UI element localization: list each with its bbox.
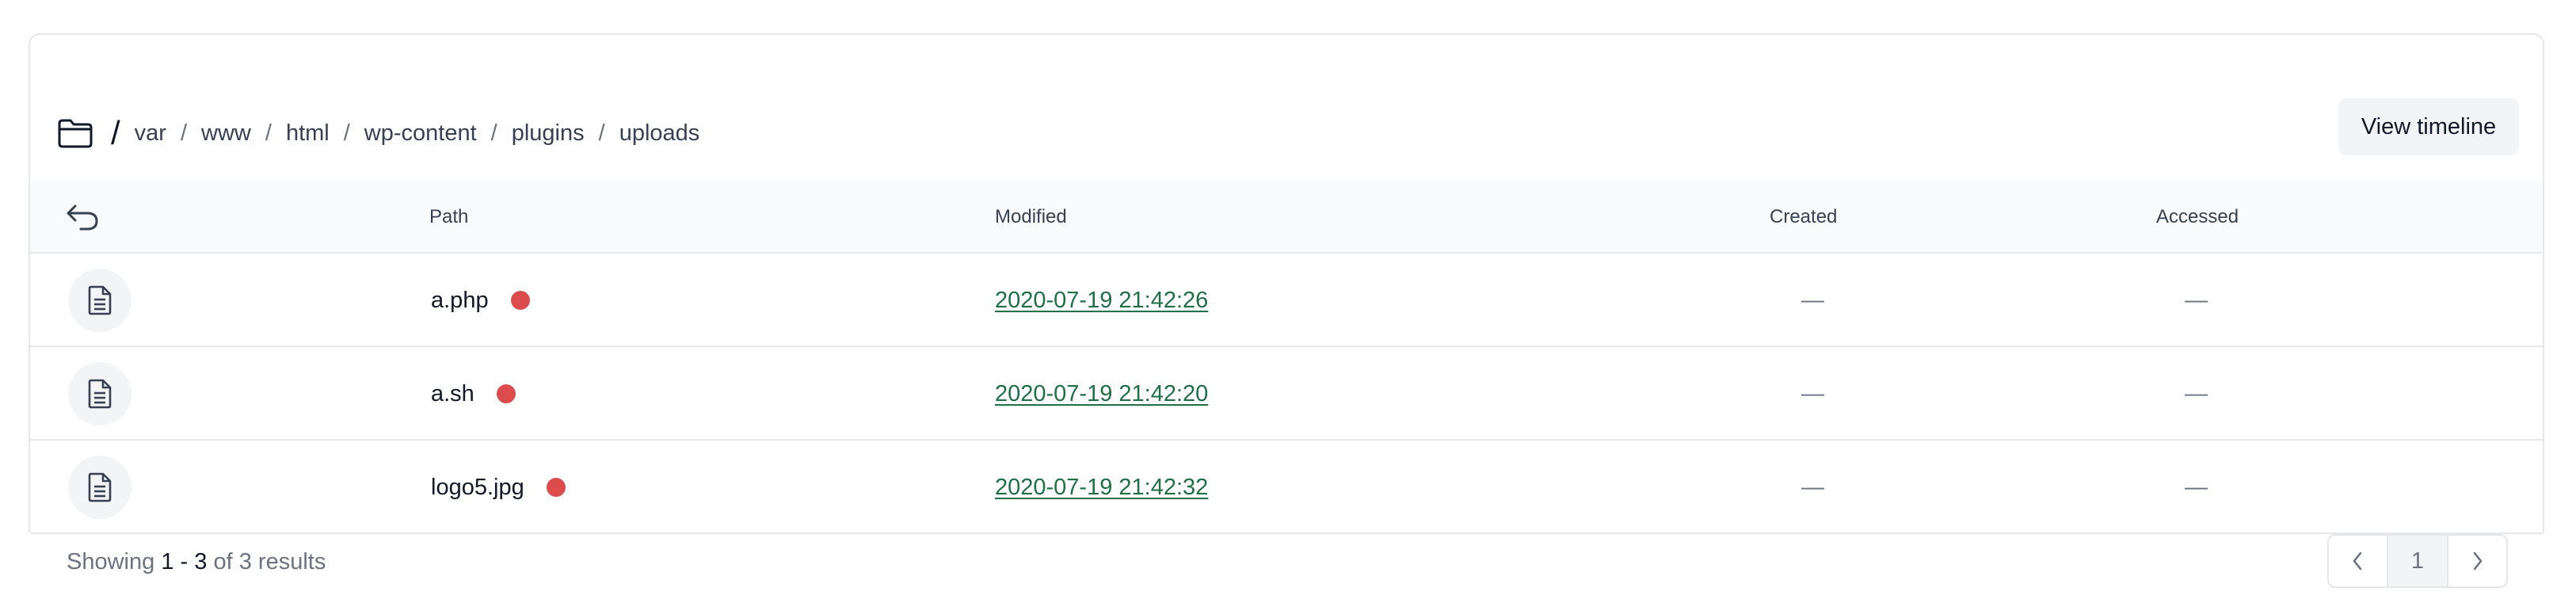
breadcrumb: / var / www / html / wp-content / plugin… xyxy=(57,109,699,157)
document-icon xyxy=(68,456,131,519)
range-start: 1 xyxy=(161,548,174,575)
results-label: results xyxy=(257,548,326,575)
status-dot xyxy=(510,291,530,310)
file-name[interactable]: logo5.jpg xyxy=(431,475,524,501)
breadcrumb-item-html[interactable]: html xyxy=(286,120,330,147)
table-row[interactable]: a.php 2020-07-19 21:42:26 — — xyxy=(30,254,2543,347)
modified-date-link[interactable]: 2020-07-19 21:42:20 xyxy=(995,381,1208,407)
path-cell: logo5.jpg xyxy=(431,441,566,534)
showing-label: Showing xyxy=(67,548,155,575)
chevron-left-icon xyxy=(2353,552,2362,571)
undo-arrow-icon[interactable] xyxy=(65,203,100,231)
modified-cell: 2020-07-19 21:42:32 xyxy=(995,441,1208,534)
breadcrumb-separator: / xyxy=(598,120,605,146)
range-end: 3 xyxy=(194,548,208,575)
accessed-cell: — xyxy=(2185,287,2208,313)
created-cell: — xyxy=(1801,474,1824,500)
folder-icon[interactable] xyxy=(57,117,93,149)
breadcrumb-separator: / xyxy=(343,120,350,146)
table-row[interactable]: logo5.jpg 2020-07-19 21:42:32 — — xyxy=(30,441,2543,534)
status-dot xyxy=(496,384,516,403)
modified-cell: 2020-07-19 21:42:20 xyxy=(995,347,1208,441)
modified-cell: 2020-07-19 21:42:26 xyxy=(995,254,1208,347)
pagination: 1 xyxy=(2327,534,2508,588)
table-row[interactable]: a.sh 2020-07-19 21:42:20 — — xyxy=(30,347,2543,441)
path-cell: a.sh xyxy=(431,347,516,441)
column-header-modified[interactable]: Modified xyxy=(995,181,1067,254)
column-header-accessed[interactable]: Accessed xyxy=(2156,181,2239,254)
breadcrumb-item-www[interactable]: www xyxy=(201,120,251,147)
breadcrumb-item-plugins[interactable]: plugins xyxy=(512,120,585,147)
column-header-created[interactable]: Created xyxy=(1770,181,1837,254)
path-cell: a.php xyxy=(431,254,530,347)
status-dot xyxy=(546,478,566,497)
chevron-right-icon xyxy=(2473,552,2482,571)
of-label: of xyxy=(213,548,233,575)
accessed-cell: — xyxy=(2185,474,2208,500)
file-name[interactable]: a.php xyxy=(431,288,489,314)
accessed-cell: — xyxy=(2185,380,2208,407)
breadcrumb-separator: / xyxy=(180,120,188,146)
next-page-button[interactable] xyxy=(2448,536,2506,586)
results-summary: Showing 1 - 3 of 3 results xyxy=(67,533,326,591)
table-footer: Showing 1 - 3 of 3 results 1 xyxy=(0,533,2576,607)
document-icon xyxy=(68,362,131,426)
breadcrumb-separator: / xyxy=(490,120,497,146)
breadcrumb-item-uploads[interactable]: uploads xyxy=(619,120,700,147)
created-cell: — xyxy=(1801,380,1824,407)
breadcrumb-item-var[interactable]: var xyxy=(135,120,166,147)
column-header-path[interactable]: Path xyxy=(429,181,468,254)
previous-page-button[interactable] xyxy=(2329,536,2387,586)
breadcrumb-separator: / xyxy=(265,120,272,146)
view-timeline-button[interactable]: View timeline xyxy=(2338,98,2519,155)
range-dash: - xyxy=(180,548,189,575)
modified-date-link[interactable]: 2020-07-19 21:42:26 xyxy=(995,288,1208,314)
file-browser-card: / var / www / html / wp-content / plugin… xyxy=(29,33,2544,534)
breadcrumb-header: / var / www / html / wp-content / plugin… xyxy=(30,35,2543,181)
breadcrumb-root[interactable]: / xyxy=(111,116,120,150)
breadcrumb-item-wp-content[interactable]: wp-content xyxy=(364,120,477,147)
modified-date-link[interactable]: 2020-07-19 21:42:32 xyxy=(995,475,1208,501)
created-cell: — xyxy=(1801,287,1824,313)
file-name[interactable]: a.sh xyxy=(431,381,474,407)
current-page-button[interactable]: 1 xyxy=(2386,536,2449,586)
table-header: Path Modified Created Accessed xyxy=(30,181,2543,254)
document-icon xyxy=(68,269,131,332)
total-count: 3 xyxy=(238,548,252,575)
